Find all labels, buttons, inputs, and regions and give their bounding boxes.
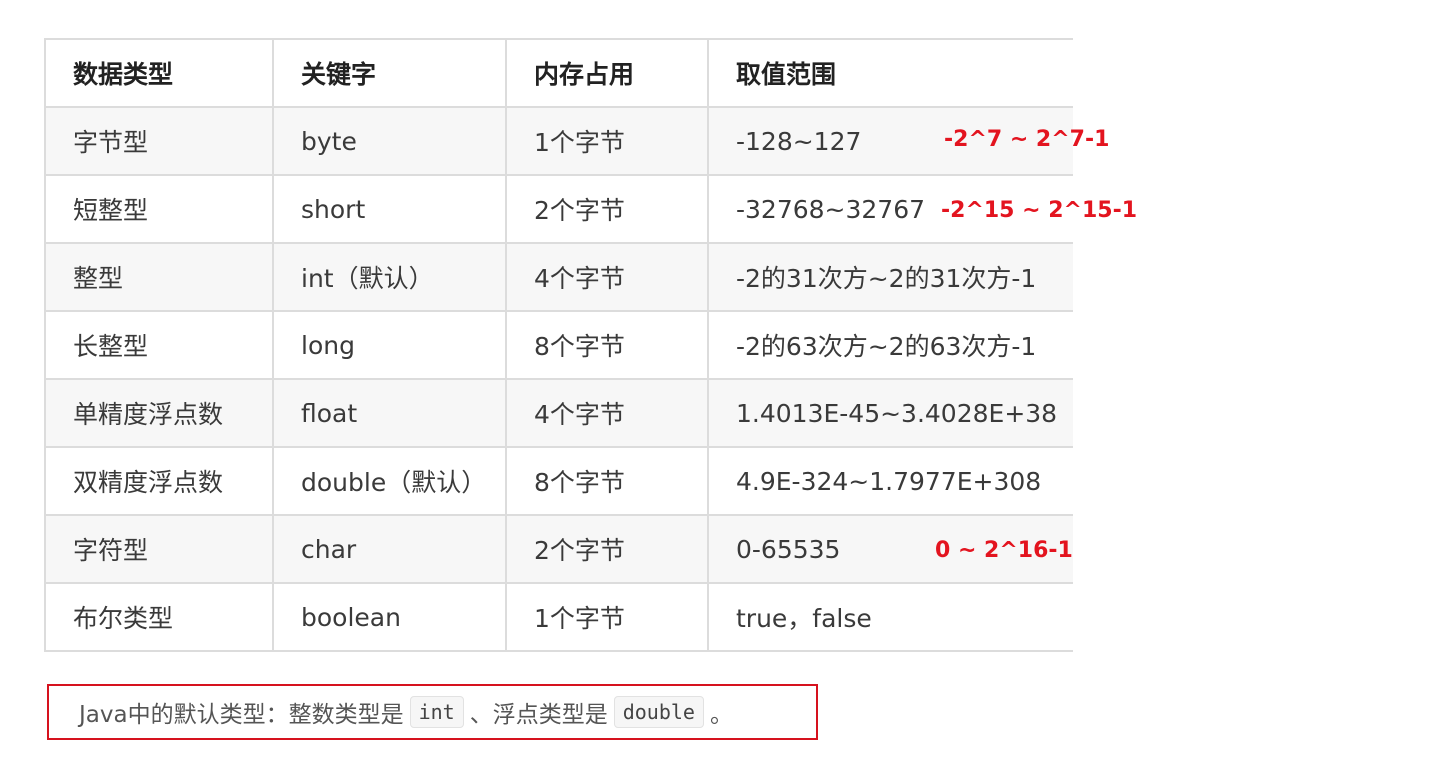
- cell-type: 字符型: [44, 514, 274, 584]
- data-types-table: 数据类型 关键字 内存占用 取值范围 字节型 byte 1个字节 -128~12…: [44, 38, 1073, 652]
- cell-keyword: boolean: [272, 582, 507, 652]
- table-row: 字符型 char 2个字节 0-65535: [44, 514, 1073, 584]
- short-range-annotation: -2^15 ~ 2^15-1: [941, 198, 1138, 223]
- table-row: 双精度浮点数 double（默认） 8个字节 4.9E-324~1.7977E+…: [44, 446, 1073, 516]
- default-types-note: Java中的默认类型：整数类型是 int 、浮点类型是 double 。: [47, 684, 818, 740]
- cell-type: 双精度浮点数: [44, 446, 274, 516]
- cell-memory: 8个字节: [505, 310, 709, 380]
- cell-memory: 4个字节: [505, 242, 709, 312]
- cell-range: -2的31次方~2的31次方-1: [707, 242, 1073, 312]
- table-row: 长整型 long 8个字节 -2的63次方~2的63次方-1: [44, 310, 1073, 380]
- cell-range: 4.9E-324~1.7977E+308: [707, 446, 1073, 516]
- cell-type: 布尔类型: [44, 582, 274, 652]
- cell-type: 短整型: [44, 174, 274, 244]
- double-code-tag: double: [613, 696, 704, 728]
- cell-memory: 8个字节: [505, 446, 709, 516]
- header-data-type: 数据类型: [44, 38, 274, 108]
- table-row: 单精度浮点数 float 4个字节 1.4013E-45~3.4028E+38: [44, 378, 1073, 448]
- cell-type: 长整型: [44, 310, 274, 380]
- note-suffix: 。: [709, 702, 733, 728]
- cell-keyword: float: [272, 378, 507, 448]
- cell-range: 1.4013E-45~3.4028E+38: [707, 378, 1073, 448]
- cell-range: -2的63次方~2的63次方-1: [707, 310, 1073, 380]
- int-code-tag: int: [409, 696, 464, 728]
- cell-keyword: byte: [272, 106, 507, 176]
- cell-keyword: short: [272, 174, 507, 244]
- table-row: 整型 int（默认） 4个字节 -2的31次方~2的31次方-1: [44, 242, 1073, 312]
- cell-memory: 1个字节: [505, 106, 709, 176]
- cell-type: 单精度浮点数: [44, 378, 274, 448]
- cell-keyword: int（默认）: [272, 242, 507, 312]
- table-row: 布尔类型 boolean 1个字节 true，false: [44, 582, 1073, 652]
- note-prefix: Java中的默认类型：整数类型是: [79, 702, 404, 728]
- header-range: 取值范围: [707, 38, 1073, 108]
- header-keyword: 关键字: [272, 38, 507, 108]
- cell-memory: 4个字节: [505, 378, 709, 448]
- table-header-row: 数据类型 关键字 内存占用 取值范围: [44, 38, 1073, 108]
- table-row: 短整型 short 2个字节 -32768~32767: [44, 174, 1073, 244]
- cell-keyword: double（默认）: [272, 446, 507, 516]
- note-middle: 、浮点类型是: [469, 702, 608, 728]
- cell-type: 字节型: [44, 106, 274, 176]
- char-range-annotation: 0 ~ 2^16-1: [935, 538, 1073, 563]
- cell-memory: 1个字节: [505, 582, 709, 652]
- note-text: Java中的默认类型：整数类型是 int 、浮点类型是 double 。: [79, 686, 733, 738]
- cell-memory: 2个字节: [505, 514, 709, 584]
- table-row: 字节型 byte 1个字节 -128~127: [44, 106, 1073, 176]
- cell-memory: 2个字节: [505, 174, 709, 244]
- data-types-table-container: 数据类型 关键字 内存占用 取值范围 字节型 byte 1个字节 -128~12…: [44, 38, 1073, 653]
- cell-keyword: char: [272, 514, 507, 584]
- cell-keyword: long: [272, 310, 507, 380]
- byte-range-annotation: -2^7 ~ 2^7-1: [944, 127, 1110, 152]
- header-memory: 内存占用: [505, 38, 709, 108]
- cell-type: 整型: [44, 242, 274, 312]
- cell-range: true，false: [707, 582, 1073, 652]
